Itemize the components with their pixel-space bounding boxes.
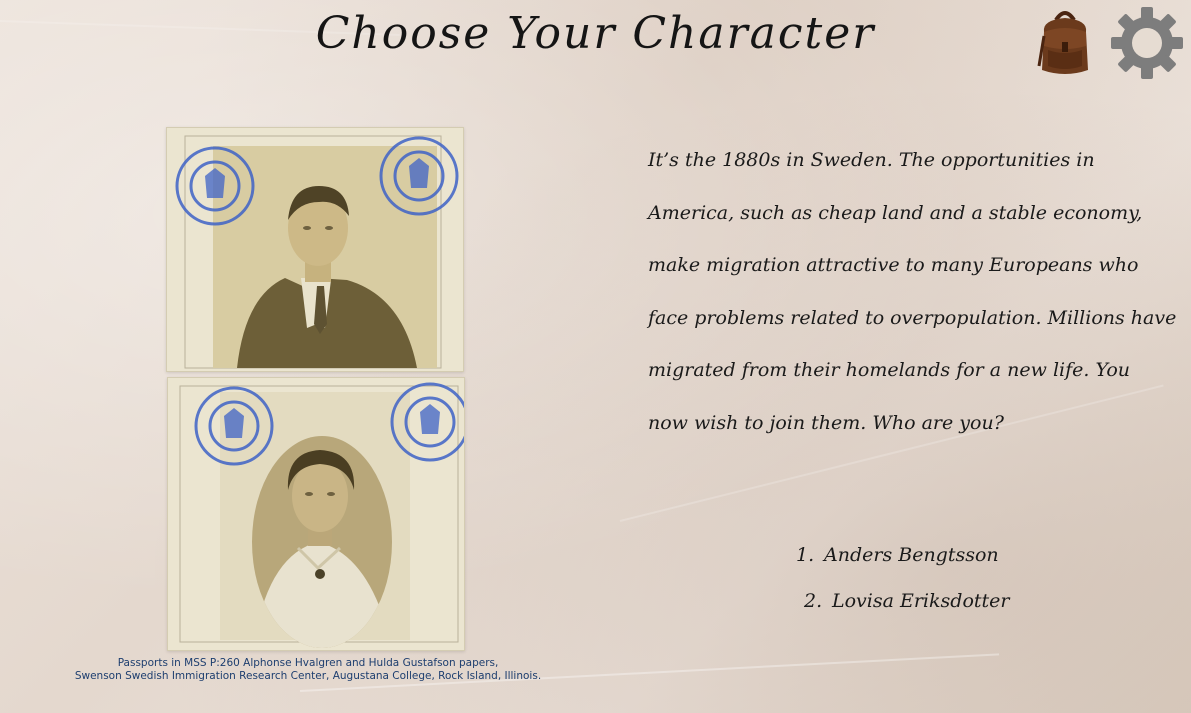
story-line: It’s the 1880s in Sweden. The opportunit… xyxy=(648,149,1095,171)
caption-line: Passports in MSS P:260 Alphonse Hvalgren… xyxy=(117,657,499,669)
caption-line: Swenson Swedish Immigration Research Cen… xyxy=(74,670,542,682)
photo-credit-caption: Passports in MSS P:260 Alphonse Hvalgren… xyxy=(18,657,598,683)
choice-label: Anders Bengtsson xyxy=(824,544,999,566)
character-choice-list: 1. Anders Bengtsson 2. Lovisa Eriksdotter xyxy=(796,532,1096,624)
story-intro: It’s the 1880s in Sweden. The opportunit… xyxy=(648,134,1188,449)
choice-number: 2. xyxy=(804,590,823,612)
settings-button[interactable] xyxy=(1108,4,1186,82)
story-line: make migration attractive to many Europe… xyxy=(648,254,1139,276)
choice-anders-bengtsson[interactable]: 1. Anders Bengtsson xyxy=(796,532,1096,578)
choice-label: Lovisa Eriksdotter xyxy=(832,590,1010,612)
choice-number: 1. xyxy=(796,544,815,566)
page-title: Choose Your Character xyxy=(315,8,876,59)
passport-photo-man xyxy=(166,127,464,372)
backpack-icon xyxy=(1037,11,1088,74)
story-line: now wish to join them. Who are you? xyxy=(648,411,1004,434)
story-line: face problems related to overpopulation.… xyxy=(648,306,1177,329)
story-line: America, such as cheap land and a stable… xyxy=(648,201,1143,224)
passport-photo-woman xyxy=(167,377,465,651)
woman-portrait-image xyxy=(168,378,464,650)
inventory-button[interactable] xyxy=(1036,6,1094,78)
story-line: migrated from their homelands for a new … xyxy=(648,359,1131,381)
choice-lovisa-eriksdotter[interactable]: 2. Lovisa Eriksdotter xyxy=(796,578,1096,624)
man-portrait-image xyxy=(167,128,463,371)
gear-icon xyxy=(1111,7,1183,79)
